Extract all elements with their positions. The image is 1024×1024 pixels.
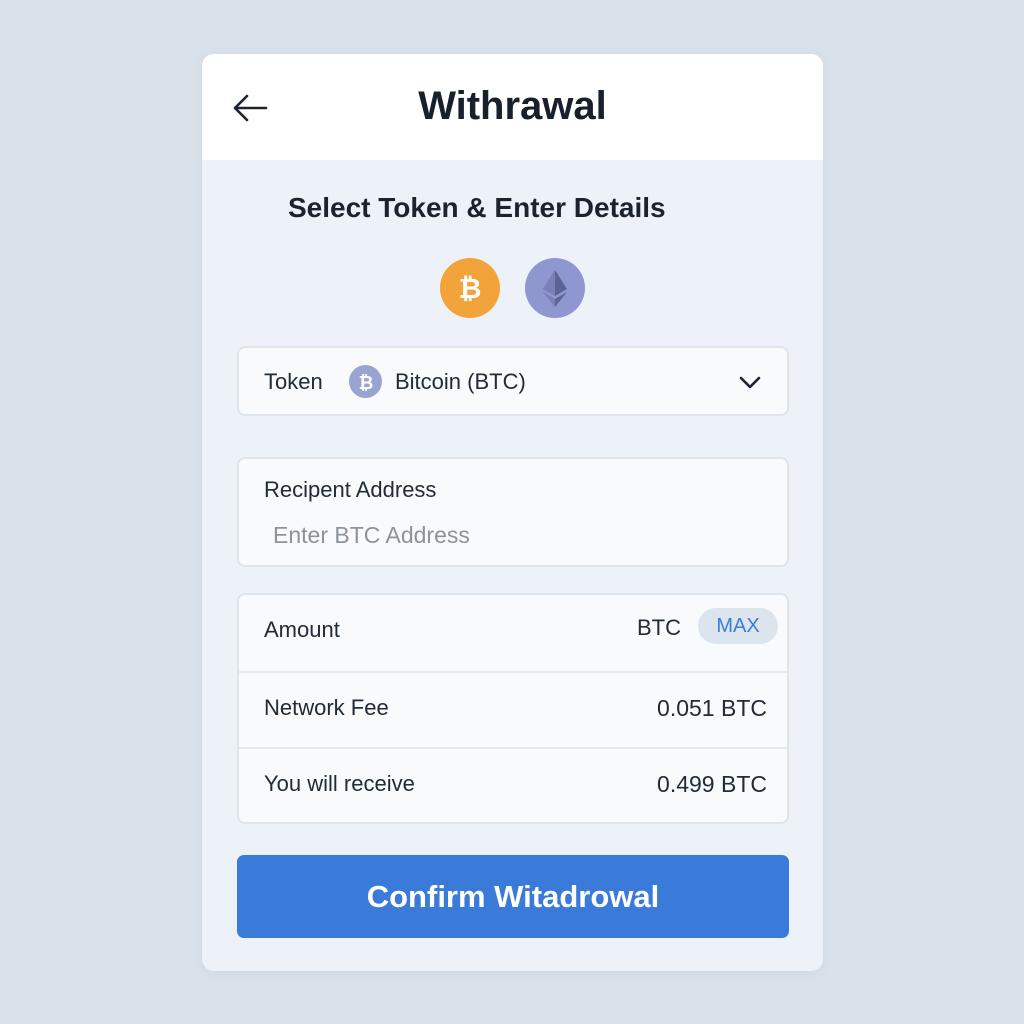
token-select-label: Token [264, 369, 323, 394]
recipient-address-input[interactable] [265, 515, 765, 555]
amount-row: Amount BTC MAX [239, 595, 787, 671]
withdrawal-card: Withrawal Select Token & Enter Details ₿… [202, 54, 823, 971]
receive-value: 0.499 BTC [657, 771, 767, 797]
token-select[interactable]: Token ₿ Bitcoin (BTC) [237, 346, 789, 416]
network-fee-row: Network Fee 0.051 BTC [239, 671, 787, 747]
ethereum-icon [543, 270, 567, 307]
token-select-value: Bitcoin (BTC) [395, 369, 526, 394]
header-bar: Withrawal [202, 54, 823, 160]
token-option-bitcoin[interactable]: ₿ [440, 258, 500, 318]
amount-input[interactable] [379, 613, 624, 649]
chevron-down-icon [739, 376, 761, 389]
amount-unit: BTC [637, 615, 681, 640]
page-title: Withrawal [418, 84, 607, 128]
amount-label: Amount [264, 617, 340, 642]
section-subtitle: Select Token & Enter Details [288, 192, 666, 223]
recipient-address-field: Recipent Address [237, 457, 789, 567]
network-fee-value: 0.051 BTC [657, 695, 767, 721]
receive-row: You will receive 0.499 BTC [239, 747, 787, 823]
recipient-address-label: Recipent Address [264, 477, 437, 502]
bitcoin-icon: ₿ [459, 272, 482, 305]
network-fee-label: Network Fee [264, 695, 389, 720]
amount-summary: Amount BTC MAX Network Fee 0.051 BTC You… [237, 593, 789, 824]
receive-label: You will receive [264, 771, 415, 796]
confirm-withdrawal-button[interactable]: Confirm Witadrowal [237, 855, 789, 938]
token-option-ethereum[interactable] [525, 258, 585, 318]
max-button[interactable]: MAX [698, 608, 778, 644]
svg-text:₿: ₿ [459, 272, 482, 305]
svg-text:₿: ₿ [358, 373, 373, 393]
bitcoin-icon: ₿ [349, 365, 382, 398]
